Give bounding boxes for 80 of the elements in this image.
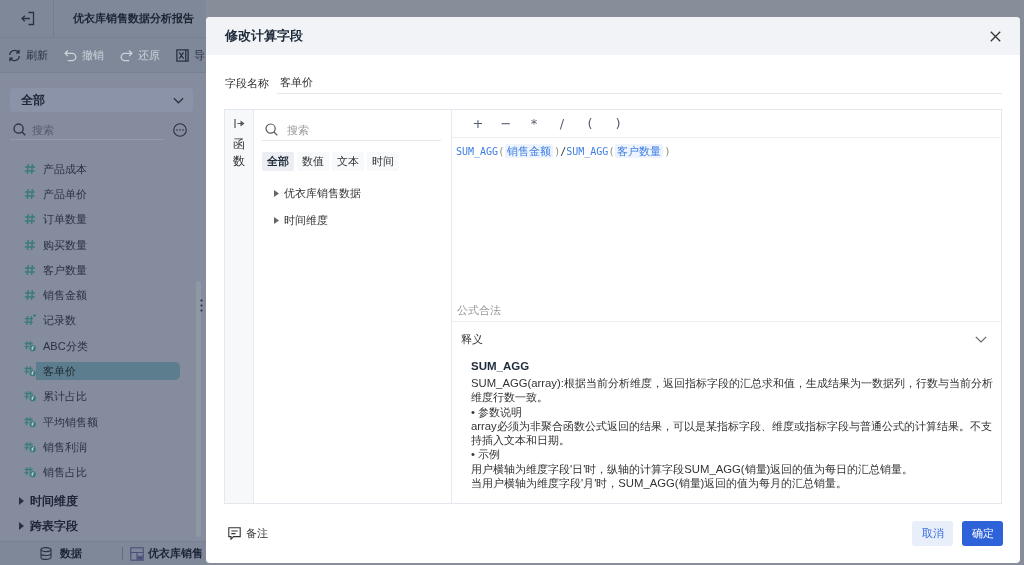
description-text: SUM_AGG(array):根据当前分析维度，返回指标字段的汇总求和值，生成结果为一数据列，行数与当前分析维度行数一致。	[471, 376, 994, 405]
validation-message: 公式合法	[457, 303, 501, 318]
redo-icon	[120, 48, 133, 62]
description-text: 用户横轴为维度字段'日'时，纵轴的计算字段SUM_AGG(销量)返回的值为每日的汇总销量。	[471, 461, 915, 477]
field-item[interactable]: 平均销售额	[36, 412, 180, 431]
function-name: SUM_AGG	[471, 359, 530, 373]
report-title: 优衣库销售数据分析报告	[73, 11, 194, 26]
hash-icon	[24, 162, 36, 175]
search-icon	[13, 123, 26, 136]
field-item[interactable]: 记录数	[36, 311, 180, 330]
export-button[interactable]: 导	[176, 47, 205, 63]
operator-button[interactable]: *	[520, 112, 548, 135]
refresh-icon	[8, 48, 21, 62]
chevron-down-icon[interactable]	[975, 335, 987, 343]
hash-icon	[24, 289, 36, 302]
hash-icon	[24, 213, 36, 226]
operator-button[interactable]: −	[492, 112, 520, 135]
comment-icon	[228, 527, 241, 540]
category-tab[interactable]: 全部	[262, 152, 294, 171]
field-item[interactable]: 产品单价	[36, 184, 180, 203]
operator-button[interactable]: /	[548, 112, 576, 135]
field-item[interactable]: 销售金额	[36, 286, 180, 305]
field-item[interactable]: 产品成本	[36, 159, 180, 178]
description-text: 当用户横轴为维度字段'月'时，SUM_AGG(销量)返回的值为每月的汇总销量。	[471, 476, 849, 491]
hash-icon	[24, 263, 36, 276]
group-item[interactable]: 跨表字段	[0, 513, 206, 539]
confirm-button[interactable]: 确定	[962, 521, 1003, 546]
grid-icon	[130, 546, 144, 561]
sheet-tab[interactable]: 优衣库销售	[130, 546, 203, 561]
tree-item[interactable]: 时间维度	[274, 210, 441, 230]
scrollbar[interactable]	[196, 281, 201, 537]
search-icon	[265, 123, 278, 136]
chevron-down-icon	[173, 96, 184, 104]
hash-badge-icon	[24, 440, 36, 453]
operator-button[interactable]: +	[464, 112, 492, 135]
hash-icon	[24, 238, 36, 251]
close-icon[interactable]	[990, 30, 1001, 42]
hash-badge-icon	[24, 390, 36, 403]
cancel-button[interactable]: 取消	[912, 521, 953, 546]
tree-item[interactable]: 优衣库销售数据	[274, 183, 441, 203]
field-item[interactable]: 购买数量	[36, 235, 180, 254]
field-item[interactable]: 销售利润	[36, 437, 180, 456]
exit-icon[interactable]	[20, 11, 35, 26]
hash-badge-icon	[24, 365, 36, 377]
operator-button[interactable]: )	[604, 112, 632, 135]
hash-badge-icon	[24, 339, 36, 352]
hash-badge-icon	[24, 466, 36, 479]
category-tab[interactable]: 文本	[332, 152, 364, 171]
database-icon	[40, 547, 52, 560]
drag-handle-icon[interactable]	[200, 299, 203, 312]
filter-dropdown[interactable]: 全部	[10, 88, 193, 112]
description-text: • 参数说明	[471, 404, 524, 419]
field-item[interactable]: 客户数量	[36, 260, 180, 279]
bar-arrow-icon[interactable]	[233, 118, 245, 129]
description-text: • 示例	[471, 447, 502, 462]
more-icon[interactable]	[173, 123, 187, 137]
section-title: 释义	[461, 331, 483, 347]
search-field[interactable]: 搜索	[287, 123, 441, 136]
undo-icon	[64, 48, 77, 62]
description-text: array必须为非聚合函数公式返回的结果，可以是某指标字段、维度或指标字段与普通公式的计算结果。不支持插入文本和日期。	[471, 418, 993, 448]
category-tab[interactable]: 数值	[297, 152, 329, 171]
hash-icon	[24, 187, 36, 200]
field-item[interactable]: 客单价	[36, 362, 180, 380]
dialog-title: 修改计算字段	[225, 27, 303, 45]
function-tab[interactable]: 函数	[233, 136, 245, 170]
category-tab[interactable]: 时间	[367, 152, 399, 171]
field-name-label: 字段名称	[225, 75, 269, 91]
refresh-button[interactable]: 刷新	[8, 47, 48, 63]
field-item[interactable]: 销售占比	[36, 463, 180, 482]
field-item[interactable]: ABC分类	[36, 336, 180, 355]
field-name-input[interactable]: 客单价	[277, 72, 1002, 94]
formula-editor[interactable]: SUM_AGG( 销售金额 )/SUM_AGG( 客户数量 )	[452, 138, 1001, 302]
data-tab[interactable]: 数据	[40, 546, 82, 561]
hash-dot-icon	[24, 314, 36, 327]
field-item[interactable]: 累计占比	[36, 387, 180, 406]
operator-button[interactable]: (	[576, 112, 604, 135]
field-item[interactable]: 订单数量	[36, 210, 180, 229]
group-item[interactable]: 时间维度	[0, 488, 206, 514]
note-button[interactable]: 备注	[228, 526, 268, 541]
hash-badge-icon	[24, 415, 36, 428]
